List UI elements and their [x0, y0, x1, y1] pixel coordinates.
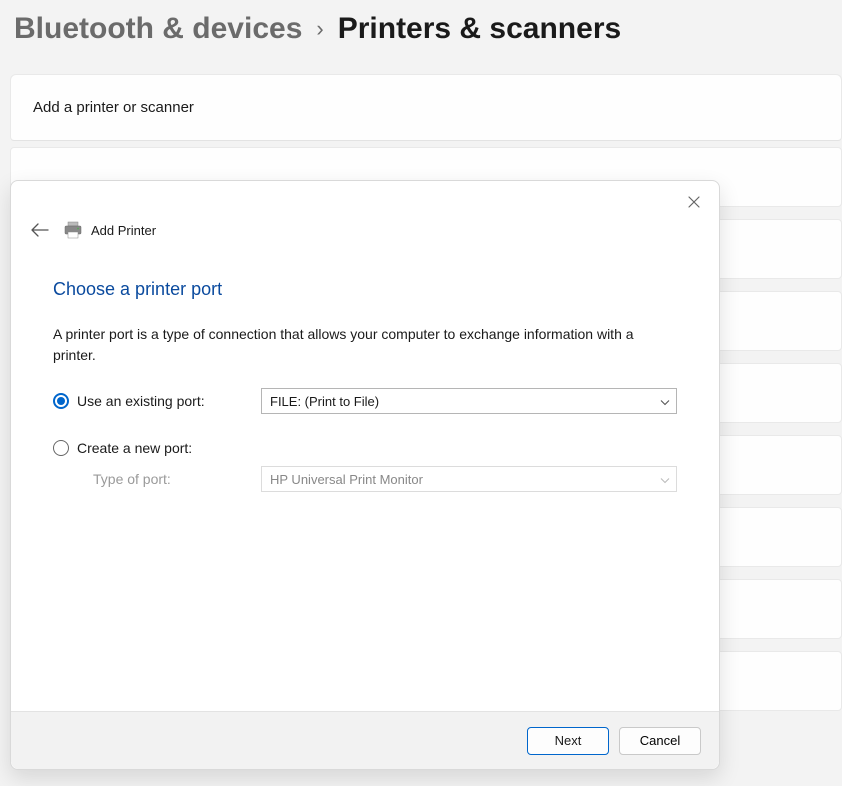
radio-existing-port-label[interactable]: Use an existing port: — [77, 393, 205, 409]
existing-port-select[interactable]: FILE: (Print to File) — [261, 388, 677, 414]
cancel-button[interactable]: Cancel — [619, 727, 701, 755]
dialog-footer: Next Cancel — [11, 711, 719, 769]
wizard-description: A printer port is a type of connection t… — [53, 324, 677, 366]
option-existing-row: Use an existing port: FILE: (Print to Fi… — [53, 388, 677, 414]
breadcrumb: Bluetooth & devices › Printers & scanner… — [0, 0, 842, 74]
chevron-down-icon — [660, 472, 670, 487]
port-type-row: Type of port: HP Universal Print Monitor — [53, 466, 677, 492]
chevron-down-icon — [660, 394, 670, 409]
breadcrumb-parent[interactable]: Bluetooth & devices — [14, 12, 302, 46]
chevron-right-icon: › — [316, 16, 323, 42]
radio-existing-port[interactable] — [53, 393, 69, 409]
port-type-select: HP Universal Print Monitor — [261, 466, 677, 492]
back-button[interactable] — [29, 219, 51, 241]
port-type-label: Type of port: — [53, 471, 261, 487]
wizard-heading: Choose a printer port — [53, 279, 677, 300]
add-printer-dialog: Add Printer Choose a printer port A prin… — [10, 180, 720, 770]
existing-port-value: FILE: (Print to File) — [270, 394, 379, 409]
breadcrumb-current: Printers & scanners — [338, 12, 621, 46]
next-button[interactable]: Next — [527, 727, 609, 755]
close-icon — [688, 196, 700, 208]
section-title: Add a printer or scanner — [33, 99, 819, 116]
printer-icon — [63, 220, 83, 240]
port-type-value: HP Universal Print Monitor — [270, 472, 423, 487]
dialog-title: Add Printer — [91, 223, 156, 238]
dialog-content: Choose a printer port A printer port is … — [11, 251, 719, 711]
dialog-header: Add Printer — [11, 181, 719, 251]
arrow-left-icon — [31, 223, 49, 237]
section-card: Add a printer or scanner — [10, 74, 842, 141]
radio-new-port-label[interactable]: Create a new port: — [77, 440, 192, 456]
option-new-row: Create a new port: — [53, 440, 677, 456]
radio-new-port[interactable] — [53, 440, 69, 456]
close-button[interactable] — [685, 193, 703, 211]
